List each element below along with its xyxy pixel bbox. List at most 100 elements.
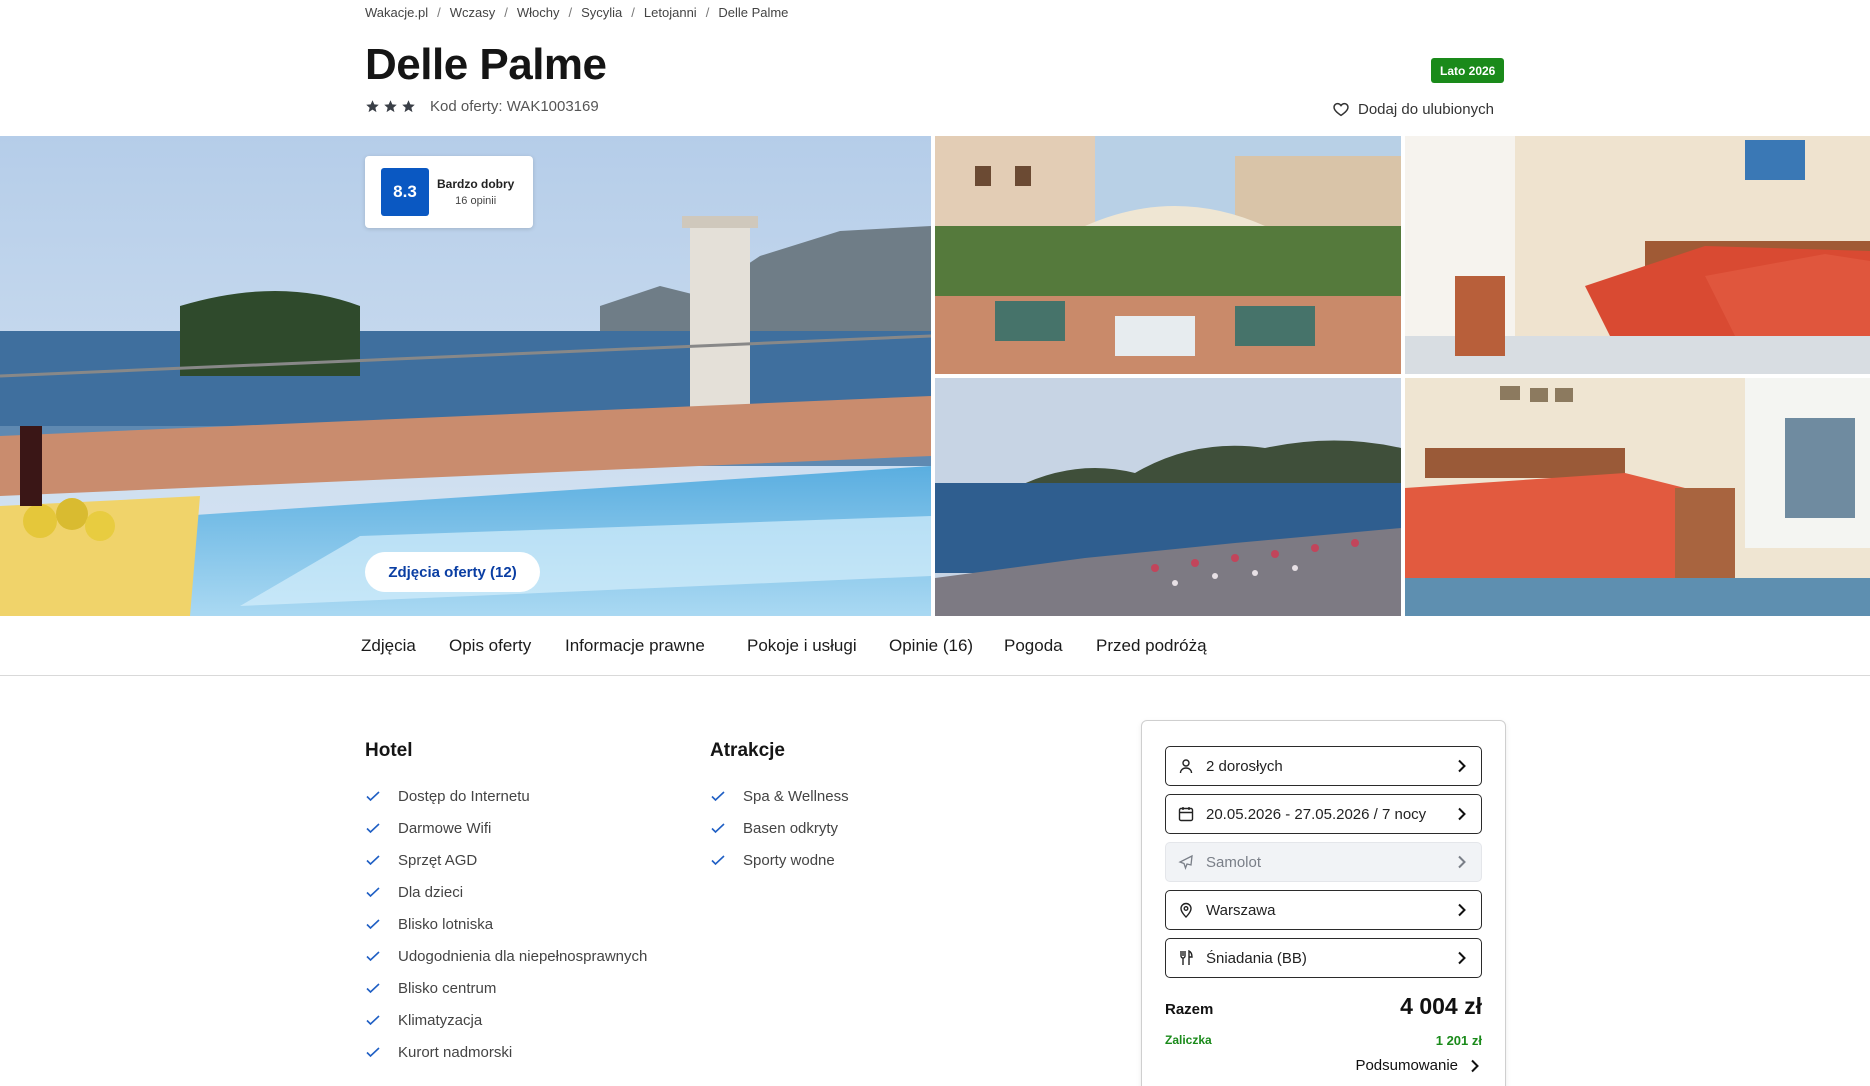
check-icon xyxy=(366,855,380,866)
amenity-label: Sprzęt AGD xyxy=(398,851,478,869)
transport-selector[interactable]: Samolot xyxy=(1165,842,1482,882)
amenities-attractions-title: Atrakcje xyxy=(710,740,785,761)
season-badge: Lato 2026 xyxy=(1431,58,1505,83)
breadcrumb-item-home[interactable]: Wakacje.pl xyxy=(365,5,428,20)
rating-label: Bardzo dobry xyxy=(437,177,515,191)
tab-before-travel[interactable]: Przed podróżą xyxy=(1096,636,1207,656)
breadcrumb-item-city[interactable]: Letojanni xyxy=(644,5,697,20)
check-icon xyxy=(711,855,725,866)
tab-legal-info[interactable]: Informacje prawne xyxy=(565,636,705,656)
breadcrumb-separator: / xyxy=(568,5,573,20)
amenity-label: Sporty wodne xyxy=(743,851,835,869)
list-item: Basen odkryty xyxy=(710,812,849,844)
check-icon xyxy=(366,887,380,898)
list-item: Dla dzieci xyxy=(365,876,647,908)
board-value: Śniadania (BB) xyxy=(1206,949,1307,967)
chevron-right-icon xyxy=(1458,807,1466,821)
chevron-right-icon xyxy=(1458,759,1466,773)
check-icon xyxy=(366,919,380,930)
list-item: Darmowe Wifi xyxy=(365,812,647,844)
amenity-label: Klimatyzacja xyxy=(398,1011,483,1029)
total-label: Razem xyxy=(1165,1001,1214,1018)
travelers-value: 2 dorosłych xyxy=(1206,757,1283,775)
photo-double-room[interactable] xyxy=(1405,378,1870,616)
list-item: Dostęp do Internetu xyxy=(365,780,647,812)
photo-rooftop-pool[interactable]: 8.3 Bardzo dobry 16 opinii Zdjęcia ofert… xyxy=(0,136,931,616)
travelers-selector[interactable]: 2 dorosłych xyxy=(1165,746,1482,786)
check-icon xyxy=(711,791,725,802)
check-icon xyxy=(366,951,380,962)
calendar-icon xyxy=(1178,807,1194,822)
amenities-hotel-title: Hotel xyxy=(365,740,413,761)
list-item: Sprzęt AGD xyxy=(365,844,647,876)
deposit-price: 1 201 zł xyxy=(1435,1033,1482,1048)
breadcrumb-item-country[interactable]: Włochy xyxy=(517,5,560,20)
check-icon xyxy=(366,823,380,834)
booking-panel: 2 dorosłych 20.05.2026 - 27.05.2026 / 7 … xyxy=(1141,720,1506,1086)
star-icon xyxy=(384,100,397,113)
breadcrumb-item-current: Delle Palme xyxy=(718,5,789,20)
tab-photos[interactable]: Zdjęcia xyxy=(361,636,416,656)
list-item: Spa & Wellness xyxy=(710,780,849,812)
check-icon xyxy=(711,823,725,834)
breadcrumb-item-wczasy[interactable]: Wczasy xyxy=(450,5,496,20)
photo-sea-beach[interactable] xyxy=(935,378,1401,616)
amenities-hotel-list: Dostęp do Internetu Darmowe Wifi Sprzęt … xyxy=(365,780,647,1068)
hotel-title: Delle Palme xyxy=(365,40,607,89)
tab-reviews[interactable]: Opinie (16) xyxy=(889,636,973,656)
check-icon xyxy=(366,983,380,994)
summary-link[interactable]: Podsumowanie xyxy=(1355,1057,1482,1074)
star-icon xyxy=(366,100,379,113)
rating-score: 8.3 xyxy=(381,168,429,216)
list-item: Udogodnienia dla niepełnosprawnych xyxy=(365,940,647,972)
check-icon xyxy=(366,791,380,802)
amenities-hotel: Hotel Dostęp do Internetu Darmowe Wifi S… xyxy=(365,740,647,1068)
list-item: Blisko lotniska xyxy=(365,908,647,940)
amenity-label: Blisko lotniska xyxy=(398,915,494,933)
chevron-right-icon xyxy=(1458,951,1466,965)
hotel-stars xyxy=(365,99,416,114)
amenities-attractions-list: Spa & Wellness Basen odkryty Sporty wodn… xyxy=(710,780,849,876)
rating-count: 16 opinii xyxy=(455,195,497,207)
breadcrumb-separator: / xyxy=(705,5,710,20)
add-to-favorites-label: Dodaj do ulubionych xyxy=(1358,100,1494,118)
photo-twin-room[interactable] xyxy=(1405,136,1870,374)
dates-value: 20.05.2026 - 27.05.2026 / 7 nocy xyxy=(1206,805,1427,823)
board-selector[interactable]: Śniadania (BB) xyxy=(1165,938,1482,978)
tab-weather[interactable]: Pogoda xyxy=(1004,636,1063,656)
list-item: Kurort nadmorski xyxy=(365,1036,647,1068)
amenity-label: Kurort nadmorski xyxy=(398,1043,513,1061)
rating-card[interactable]: 8.3 Bardzo dobry 16 opinii xyxy=(365,156,533,228)
deposit-label: Zaliczka xyxy=(1165,1033,1212,1047)
chevron-right-icon xyxy=(1458,855,1466,869)
breadcrumb-separator: / xyxy=(437,5,441,20)
tab-description[interactable]: Opis oferty xyxy=(449,636,531,656)
plane-icon xyxy=(1178,854,1193,870)
photo-garden-terrace[interactable] xyxy=(935,136,1401,374)
amenities-attractions: Atrakcje Spa & Wellness Basen odkryty Sp… xyxy=(710,740,849,876)
location-pin-icon xyxy=(1180,902,1192,918)
tab-rooms-services[interactable]: Pokoje i usługi xyxy=(747,636,857,656)
total-price: 4 004 zł xyxy=(1400,993,1482,1019)
heart-icon xyxy=(1333,102,1349,117)
amenity-label: Udogodnienia dla niepełnosprawnych xyxy=(398,947,648,965)
section-tabs: Zdjęcia Opis oferty Informacje prawne Po… xyxy=(0,616,1870,676)
rating-text: Bardzo dobry 16 opinii xyxy=(437,177,514,207)
chevron-right-icon xyxy=(1458,903,1466,917)
photos-button[interactable]: Zdjęcia oferty (12) xyxy=(365,552,540,592)
transport-value: Samolot xyxy=(1206,853,1262,871)
add-to-favorites-button[interactable]: Dodaj do ulubionych xyxy=(1332,100,1494,118)
check-icon xyxy=(366,1047,380,1058)
amenity-label: Darmowe Wifi xyxy=(398,819,492,837)
breadcrumb: Wakacje.pl / Wczasy / Włochy / Sycylia /… xyxy=(365,5,788,20)
list-item: Blisko centrum xyxy=(365,972,647,1004)
cutlery-icon xyxy=(1180,950,1193,965)
person-icon xyxy=(1179,759,1193,774)
offer-code: Kod oferty: WAK1003169 xyxy=(430,98,599,115)
dates-selector[interactable]: 20.05.2026 - 27.05.2026 / 7 nocy xyxy=(1165,794,1482,834)
breadcrumb-item-region[interactable]: Sycylia xyxy=(581,5,622,20)
list-item: Klimatyzacja xyxy=(365,1004,647,1036)
amenity-label: Dla dzieci xyxy=(398,883,464,901)
departure-selector[interactable]: Warszawa xyxy=(1165,890,1482,930)
amenity-label: Blisko centrum xyxy=(398,979,497,997)
